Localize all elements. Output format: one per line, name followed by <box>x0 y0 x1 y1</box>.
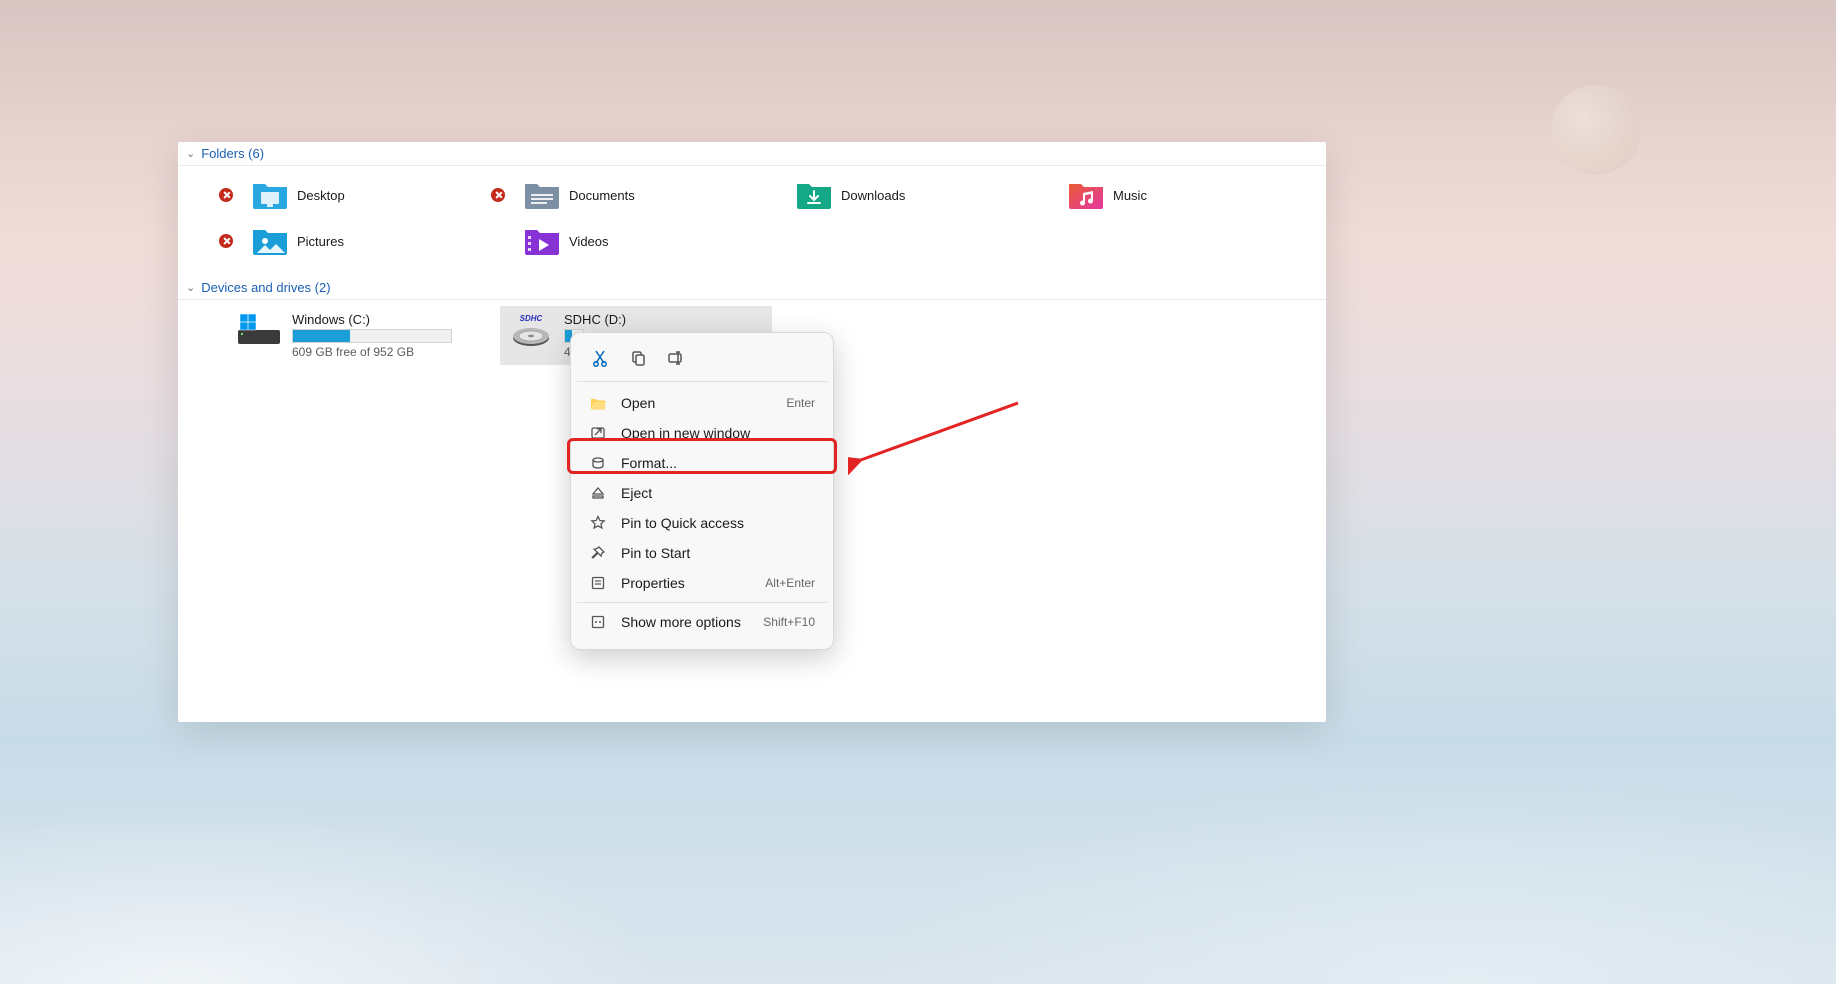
rename-button[interactable] <box>661 345 691 371</box>
svg-text:SDHC: SDHC <box>520 314 543 323</box>
drive-free-text: 609 GB free of 952 GB <box>292 345 452 359</box>
menu-shortcut: Enter <box>786 396 815 410</box>
cut-button[interactable] <box>585 345 615 371</box>
menu-open-new-window[interactable]: Open in new window <box>577 418 827 448</box>
format-icon <box>589 455 607 471</box>
context-menu-list: Open Enter Open in new window Format... … <box>577 382 827 643</box>
drive-info: Windows (C:) 609 GB free of 952 GB <box>292 312 452 359</box>
folder-icon <box>795 180 833 210</box>
folder-open-icon <box>589 395 607 411</box>
new-window-icon <box>589 425 607 441</box>
folder-icon <box>251 180 289 210</box>
drive-bar-fill <box>293 330 350 342</box>
drives-section-header[interactable]: ⌄ Devices and drives (2) <box>178 276 1326 300</box>
sync-error-icon <box>491 188 505 202</box>
folder-pictures[interactable]: Pictures <box>213 222 485 260</box>
menu-shortcut: Shift+F10 <box>763 615 815 629</box>
folder-documents[interactable]: Documents <box>485 176 757 214</box>
menu-label: Pin to Start <box>621 545 690 561</box>
folder-label: Documents <box>569 188 635 203</box>
menu-pin-start[interactable]: Pin to Start <box>577 538 827 568</box>
menu-eject[interactable]: Eject <box>577 478 827 508</box>
chevron-down-icon: ⌄ <box>186 147 195 160</box>
menu-open[interactable]: Open Enter <box>577 388 827 418</box>
chevron-down-icon: ⌄ <box>186 281 195 294</box>
folder-videos[interactable]: Videos <box>485 222 757 260</box>
copy-button[interactable] <box>623 345 653 371</box>
folder-icon <box>1067 180 1105 210</box>
folder-label: Pictures <box>297 234 344 249</box>
folder-icon <box>523 226 561 256</box>
menu-label: Show more options <box>621 614 741 630</box>
desktop-background-moon <box>1551 85 1641 175</box>
folder-label: Desktop <box>297 188 345 203</box>
drive-capacity-bar <box>292 329 452 343</box>
menu-show-more-options[interactable]: Show more options Shift+F10 <box>577 607 827 637</box>
menu-label: Pin to Quick access <box>621 515 744 531</box>
sync-error-icon <box>219 188 233 202</box>
folders-header-label: Folders (6) <box>201 146 264 161</box>
folder-icon <box>251 226 289 256</box>
properties-icon <box>589 575 607 591</box>
folder-desktop[interactable]: Desktop <box>213 176 485 214</box>
menu-format[interactable]: Format... <box>577 448 827 478</box>
folder-downloads[interactable]: Downloads <box>757 176 1029 214</box>
star-icon <box>589 515 607 531</box>
menu-shortcut: Alt+Enter <box>765 576 815 590</box>
context-menu: Open Enter Open in new window Format... … <box>570 332 834 650</box>
drives-header-label: Devices and drives (2) <box>201 280 330 295</box>
folder-label: Downloads <box>841 188 905 203</box>
menu-label: Open in new window <box>621 425 750 441</box>
folder-label: Music <box>1113 188 1147 203</box>
pin-icon <box>589 545 607 561</box>
sdhc-drive-icon: SDHC <box>508 312 554 348</box>
windows-drive-icon <box>236 312 282 348</box>
drive-name: Windows (C:) <box>292 312 452 327</box>
folder-icon <box>523 180 561 210</box>
menu-pin-quick-access[interactable]: Pin to Quick access <box>577 508 827 538</box>
drive-name: SDHC (D:) <box>564 312 626 327</box>
menu-label: Format... <box>621 455 677 471</box>
sync-error-icon <box>219 234 233 248</box>
folder-label: Videos <box>569 234 609 249</box>
eject-icon <box>589 485 607 501</box>
drive-windows-c[interactable]: Windows (C:) 609 GB free of 952 GB <box>228 306 500 365</box>
folders-grid: Desktop Documents Downloads Music <box>178 166 1326 276</box>
menu-label: Properties <box>621 575 685 591</box>
more-options-icon <box>589 614 607 630</box>
context-menu-toolbar <box>577 339 827 382</box>
menu-properties[interactable]: Properties Alt+Enter <box>577 568 827 598</box>
menu-label: Open <box>621 395 655 411</box>
menu-separator <box>577 602 827 603</box>
menu-label: Eject <box>621 485 652 501</box>
folders-section-header[interactable]: ⌄ Folders (6) <box>178 142 1326 166</box>
folder-music[interactable]: Music <box>1029 176 1301 214</box>
